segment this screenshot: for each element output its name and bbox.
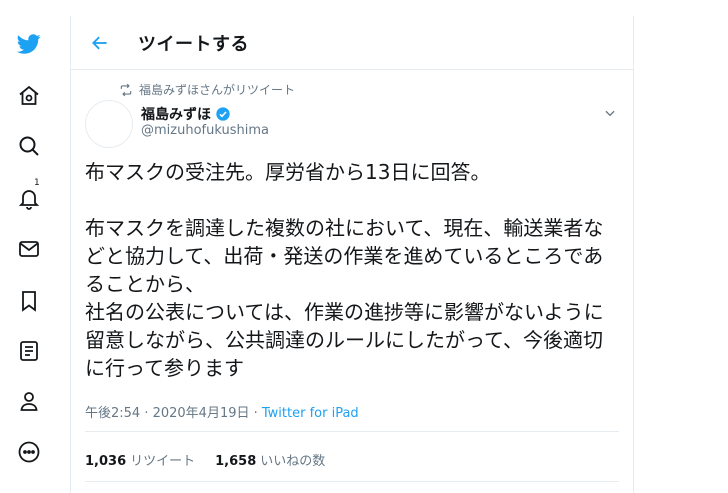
retweets-stat[interactable]: 1,036 リツイート bbox=[85, 450, 195, 469]
tweet-timestamp-row: 午後2:54 · 2020年4月19日 · Twitter for iPad bbox=[85, 402, 359, 421]
tweet-text: 布マスクの受注先。厚労省から13日に回答。 布マスクを調達した複数の社において、… bbox=[85, 160, 604, 380]
retweet-count: 1,036 bbox=[85, 454, 127, 469]
tweet-timestamp[interactable]: 午後2:54 · 2020年4月19日 · bbox=[85, 406, 262, 421]
divider bbox=[85, 431, 619, 432]
chevron-down-icon[interactable] bbox=[601, 104, 619, 122]
home-icon[interactable] bbox=[12, 79, 46, 113]
notifications-bell-icon[interactable]: 1 bbox=[12, 178, 46, 215]
verified-badge-icon bbox=[216, 107, 230, 121]
profile-person-icon[interactable] bbox=[12, 384, 46, 418]
back-arrow-icon[interactable] bbox=[85, 28, 115, 58]
divider bbox=[85, 481, 619, 482]
explore-search-icon[interactable] bbox=[12, 129, 46, 163]
retweet-context-label: 福島みずほさんがリツイート bbox=[139, 83, 296, 97]
tweet-detail-column: ツイートする 福島みずほさんがリツイート 福島みずほ @mizuhofukush… bbox=[70, 16, 634, 493]
retweet-icon bbox=[120, 83, 132, 96]
twitter-logo-icon[interactable] bbox=[12, 27, 46, 61]
author-avatar[interactable] bbox=[85, 100, 133, 148]
lists-icon[interactable] bbox=[12, 334, 46, 368]
notification-count-badge: 1 bbox=[33, 178, 41, 188]
more-options-icon[interactable] bbox=[12, 435, 46, 469]
retweet-label: リツイート bbox=[130, 454, 196, 469]
author-name-row[interactable]: 福島みずほ bbox=[141, 104, 231, 124]
messages-envelope-icon[interactable] bbox=[12, 232, 46, 266]
author-handle[interactable]: @mizuhofukushima bbox=[141, 123, 269, 138]
bookmark-icon[interactable] bbox=[12, 284, 46, 318]
tweet-source-link[interactable]: Twitter for iPad bbox=[262, 406, 359, 421]
sidebar-nav: 1 bbox=[0, 0, 60, 493]
page-header: ツイートする bbox=[71, 16, 633, 70]
likes-stat[interactable]: 1,658 いいねの数 bbox=[215, 450, 325, 469]
page-title: ツイートする bbox=[138, 34, 249, 55]
author-name[interactable]: 福島みずほ bbox=[141, 104, 211, 124]
tweet-stats: 1,036 リツイート 1,658 いいねの数 bbox=[85, 450, 325, 469]
like-count: 1,658 bbox=[215, 454, 257, 469]
like-label: いいねの数 bbox=[260, 454, 326, 469]
retweet-context[interactable]: 福島みずほさんがリツイート bbox=[119, 81, 295, 98]
